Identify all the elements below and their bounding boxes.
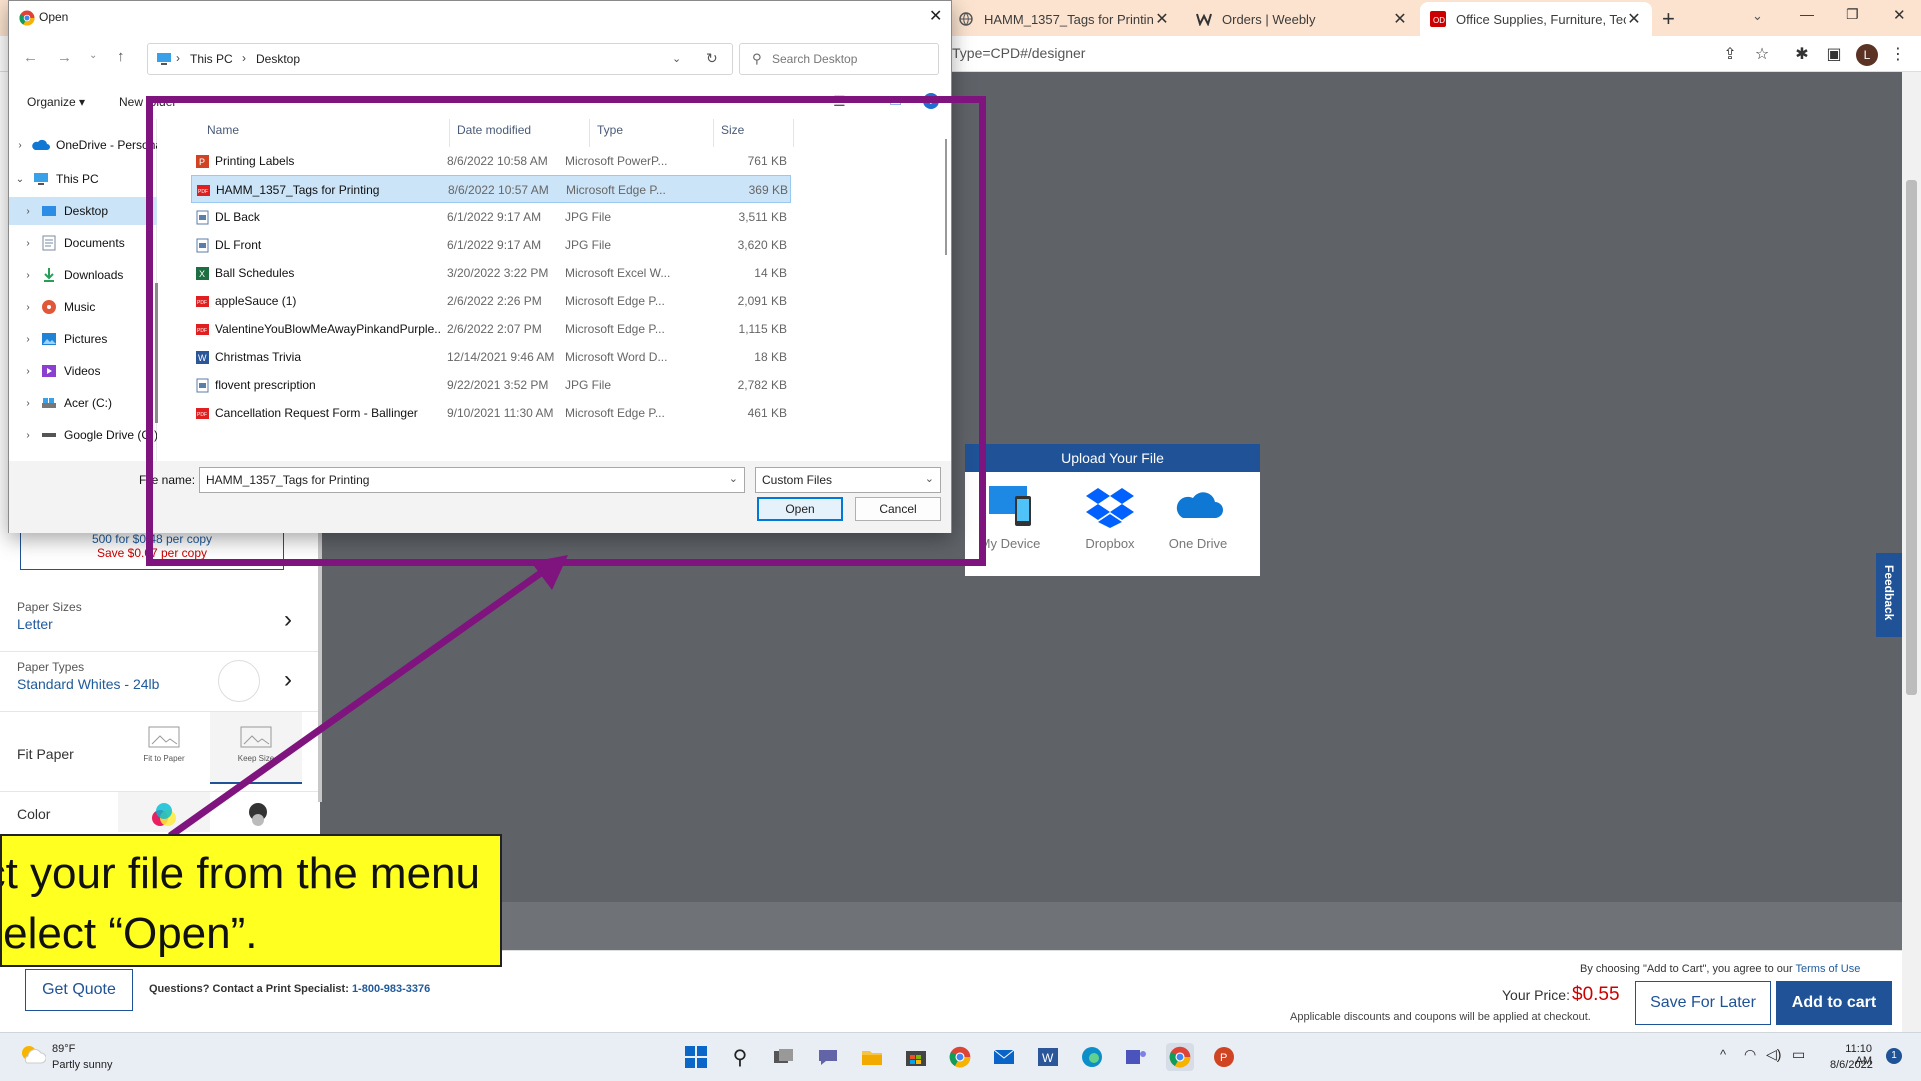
- windows-taskbar: 89°F Partly sunny ⚲ W P ^ ◠ ◁) ▭ 11:10 A…: [0, 1032, 1921, 1081]
- mail-icon[interactable]: [990, 1043, 1018, 1071]
- powerpoint-icon[interactable]: P: [1210, 1043, 1238, 1071]
- callout-line-1: Select your file from the menu: [2, 849, 480, 898]
- weather-desc: Partly sunny: [52, 1059, 113, 1071]
- start-icon[interactable]: [682, 1043, 710, 1071]
- teams-chat-icon[interactable]: [814, 1043, 842, 1071]
- volume-icon[interactable]: ◁): [1766, 1046, 1781, 1063]
- clock-date[interactable]: 8/6/2022: [1830, 1059, 1873, 1071]
- instruction-callout: Select your file from the menu and selec…: [0, 834, 502, 967]
- store-icon[interactable]: [902, 1043, 930, 1071]
- chrome-icon[interactable]: [946, 1043, 974, 1071]
- weather-widget[interactable]: [18, 1043, 46, 1067]
- wifi-icon[interactable]: ◠: [1744, 1046, 1756, 1063]
- callout-line-2: and select “Open”.: [2, 909, 258, 958]
- file-explorer-icon[interactable]: [858, 1043, 886, 1071]
- svg-text:P: P: [1220, 1052, 1227, 1064]
- partly-sunny-icon: [22, 1046, 46, 1064]
- callout-text: Select your file from the menu and selec…: [2, 844, 480, 964]
- chrome-active-icon[interactable]: [1166, 1043, 1194, 1071]
- battery-icon[interactable]: ▭: [1792, 1046, 1805, 1063]
- word-icon[interactable]: W: [1034, 1043, 1062, 1071]
- svg-text:W: W: [1042, 1051, 1054, 1065]
- chevron-up-icon[interactable]: ^: [1720, 1047, 1726, 1062]
- weather-temp: 89°F: [52, 1043, 76, 1055]
- notification-badge[interactable]: 1: [1886, 1048, 1902, 1064]
- search-icon[interactable]: ⚲: [726, 1043, 754, 1071]
- task-view-icon[interactable]: [770, 1043, 798, 1071]
- edge-icon[interactable]: [1078, 1043, 1106, 1071]
- teams-icon[interactable]: [1122, 1043, 1150, 1071]
